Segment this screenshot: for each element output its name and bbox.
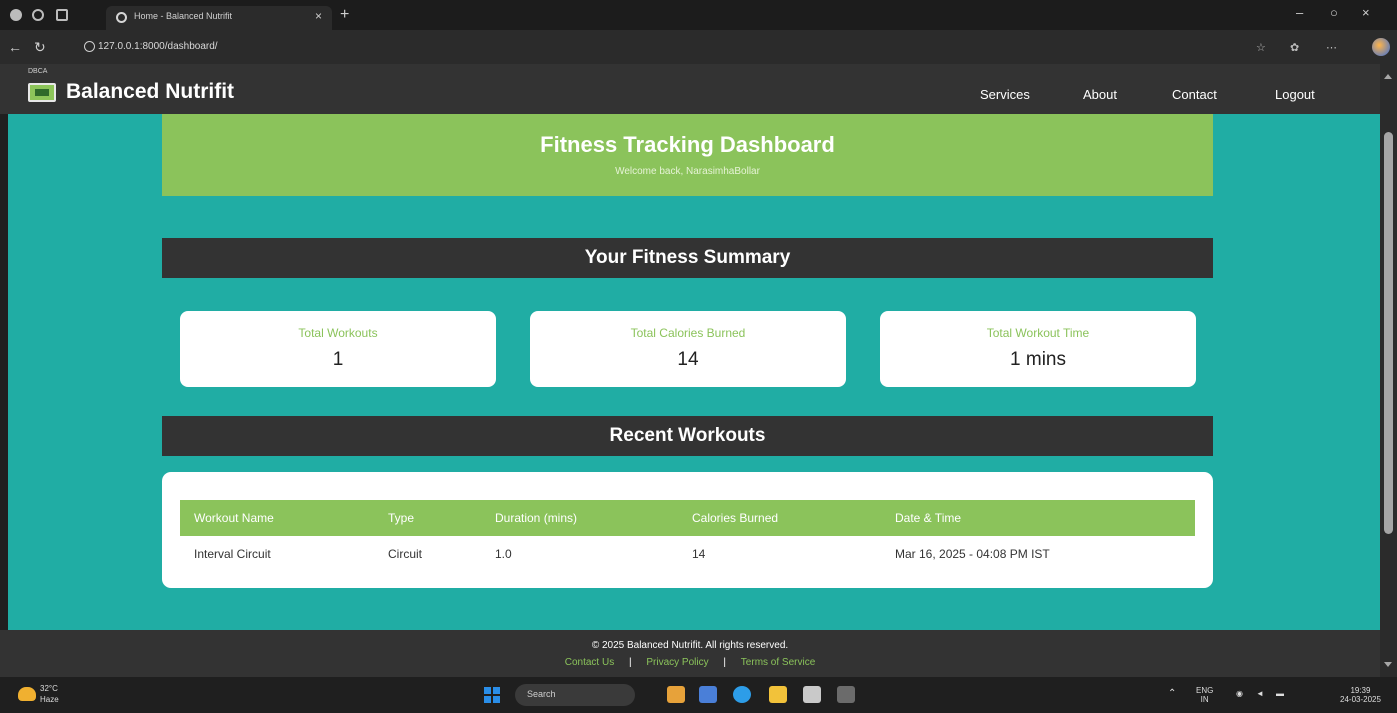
- nav-link-about[interactable]: About: [1083, 87, 1117, 102]
- cell-date-time: Mar 16, 2025 - 04:08 PM IST: [895, 547, 1050, 561]
- site-footer: © 2025 Balanced Nutrifit. All rights res…: [0, 630, 1380, 677]
- cell-duration: 1.0: [495, 547, 512, 561]
- summary-card-workouts: Total Workouts 1: [180, 311, 496, 387]
- tray-overflow-icon[interactable]: ⌃: [1168, 689, 1176, 699]
- column-header-type[interactable]: Type: [388, 511, 414, 525]
- column-header-date-time[interactable]: Date & Time: [895, 511, 961, 525]
- browser-titlebar: Home - Balanced Nutrifit × + – ○ ×: [0, 0, 1397, 30]
- weather-icon[interactable]: [18, 687, 36, 701]
- column-header-calories[interactable]: Calories Burned: [692, 511, 778, 525]
- battery-icon[interactable]: ▬: [1276, 689, 1284, 698]
- workspaces-icon[interactable]: [32, 9, 44, 21]
- recent-workouts-table: Workout Name Type Duration (mins) Calori…: [162, 472, 1213, 588]
- brand-name[interactable]: Balanced Nutrifit: [66, 80, 234, 104]
- footer-link-privacy[interactable]: Privacy Policy: [646, 657, 708, 668]
- widgets-icon[interactable]: [667, 686, 685, 703]
- brand-logo-icon[interactable]: [28, 83, 56, 102]
- footer-link-contact[interactable]: Contact Us: [565, 657, 614, 668]
- region-code: IN: [1200, 695, 1209, 704]
- card-value: 14: [677, 349, 699, 370]
- clock-time: 19:39: [1350, 686, 1371, 695]
- browser-tab-home[interactable]: Home - Balanced Nutrifit ×: [106, 6, 332, 30]
- welcome-message: Welcome back, NarasimhaBollar: [615, 166, 760, 177]
- url-input[interactable]: 127.0.0.1:8000/dashboard/: [98, 41, 218, 52]
- nav-link-contact[interactable]: Contact: [1172, 87, 1217, 102]
- star-icon[interactable]: ☆: [1256, 41, 1266, 54]
- page-title: Fitness Tracking Dashboard: [540, 132, 835, 157]
- close-tab-button[interactable]: ×: [315, 9, 322, 23]
- language-code: ENG: [1196, 686, 1214, 695]
- cell-type: Circuit: [388, 547, 423, 561]
- footer-separator: |: [628, 657, 632, 668]
- column-header-workout-name[interactable]: Workout Name: [194, 511, 274, 525]
- new-tab-button[interactable]: +: [340, 6, 349, 24]
- address-bar-row: ← ↻ 127.0.0.1:8000/dashboard/ ☆ ✿ ⋯: [0, 30, 1397, 64]
- weather-widget[interactable]: 32°C Haze: [40, 683, 59, 705]
- globe-icon: [116, 12, 127, 23]
- taskbar-search[interactable]: Search: [515, 684, 635, 706]
- tab-title: Home - Balanced Nutrifit: [134, 11, 233, 21]
- language-indicator[interactable]: ENG IN: [1196, 686, 1213, 704]
- wifi-icon[interactable]: ◉: [1236, 689, 1243, 698]
- column-header-duration[interactable]: Duration (mins): [495, 511, 577, 525]
- scrollbar-thumb[interactable]: [1384, 132, 1393, 534]
- back-arrow-icon[interactable]: ←: [8, 39, 22, 55]
- summary-card-calories: Total Calories Burned 14: [530, 311, 846, 387]
- dashboard-main: Fitness Tracking Dashboard Welcome back,…: [8, 114, 1380, 630]
- browser-profile-icon[interactable]: [10, 9, 22, 21]
- refresh-icon[interactable]: ↻: [34, 39, 46, 56]
- footer-copyright: © 2025 Balanced Nutrifit. All rights res…: [591, 640, 789, 651]
- card-label: Total Calories Burned: [630, 326, 746, 340]
- weather-desc: Haze: [40, 695, 59, 704]
- store-icon[interactable]: [803, 686, 821, 703]
- os-taskbar: 32°C Haze Search ⌃ ENG IN ◉ ◄ ▬ 19:39 24…: [0, 677, 1397, 713]
- site-navbar: DBCA Balanced Nutrifit Services About Co…: [0, 64, 1380, 114]
- maximize-button[interactable]: ○: [1330, 5, 1338, 20]
- summary-heading: Your Fitness Summary: [162, 238, 1213, 278]
- file-explorer-icon[interactable]: [769, 686, 787, 703]
- dashboard-hero: Fitness Tracking Dashboard Welcome back,…: [162, 114, 1213, 196]
- minimize-button[interactable]: –: [1296, 5, 1303, 20]
- recent-workouts-heading: Recent Workouts: [162, 416, 1213, 456]
- brand-tiny-text: DBCA: [28, 68, 48, 75]
- edge-browser-icon[interactable]: [733, 686, 751, 703]
- footer-links: Contact Us | Privacy Policy | Terms of S…: [0, 657, 1380, 668]
- footer-separator: |: [723, 657, 727, 668]
- terminal-icon[interactable]: [837, 686, 855, 703]
- page-scrollbar[interactable]: [1380, 64, 1397, 677]
- close-window-button[interactable]: ×: [1362, 5, 1370, 20]
- clock[interactable]: 19:39 24-03-2025: [1340, 686, 1381, 704]
- card-value: 1 mins: [1010, 349, 1066, 370]
- copilot-icon[interactable]: [1372, 38, 1390, 56]
- volume-icon[interactable]: ◄: [1256, 689, 1264, 698]
- scroll-down-icon[interactable]: [1384, 662, 1392, 667]
- table-header-row: Workout Name Type Duration (mins) Calori…: [180, 500, 1195, 536]
- more-icon[interactable]: ⋯: [1326, 41, 1337, 54]
- summary-card-time: Total Workout Time 1 mins: [880, 311, 1196, 387]
- card-label: Total Workouts: [298, 326, 378, 340]
- windows-start-icon[interactable]: [484, 687, 500, 703]
- search-placeholder: Search: [527, 689, 556, 699]
- info-icon[interactable]: [84, 41, 95, 52]
- scroll-up-icon[interactable]: [1384, 74, 1392, 79]
- footer-link-terms[interactable]: Terms of Service: [741, 657, 815, 668]
- card-value: 1: [332, 349, 344, 370]
- nav-link-services[interactable]: Services: [980, 87, 1030, 102]
- card-label: Total Workout Time: [986, 326, 1090, 340]
- chat-icon[interactable]: [699, 686, 717, 703]
- nav-link-logout[interactable]: Logout: [1275, 87, 1315, 102]
- cell-workout-name: Interval Circuit: [194, 547, 271, 561]
- weather-temp: 32°C: [40, 684, 58, 693]
- extensions-icon[interactable]: ✿: [1290, 41, 1299, 54]
- tab-actions-icon[interactable]: [56, 9, 68, 21]
- cell-calories: 14: [692, 547, 706, 561]
- clock-date: 24-03-2025: [1340, 695, 1381, 704]
